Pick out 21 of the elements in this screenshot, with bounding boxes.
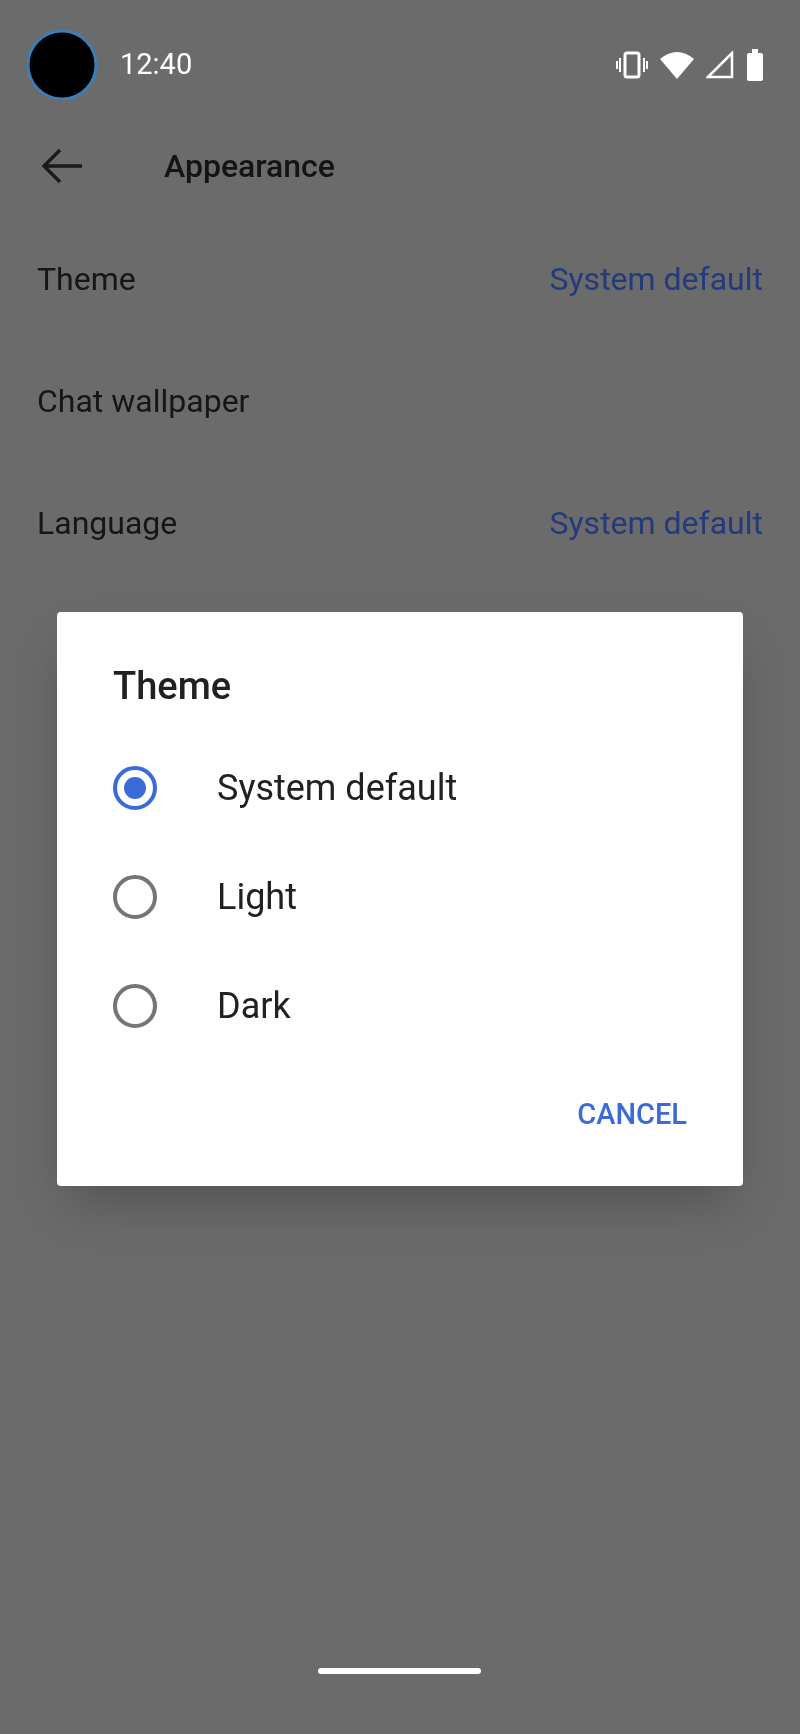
option-label[interactable]: Light <box>217 869 297 924</box>
setting-value: System default <box>549 503 763 544</box>
setting-label[interactable]: Chat wallpaper <box>37 377 250 425</box>
setting-label[interactable]: Theme <box>37 255 136 303</box>
cancel-button[interactable]: CANCEL <box>565 1082 699 1146</box>
radio-button[interactable] <box>113 983 157 1028</box>
dialog-title: Theme <box>113 663 233 710</box>
screen-title: Appearance <box>164 146 335 187</box>
profile-circle-icon <box>26 29 98 101</box>
vibrate-icon <box>616 51 648 79</box>
radio-button[interactable] <box>113 874 157 919</box>
option-label[interactable]: Dark <box>217 978 291 1033</box>
clock-time: 12:40 <box>120 46 193 84</box>
back-arrow-icon[interactable] <box>40 148 84 184</box>
setting-label[interactable]: Language <box>37 499 178 547</box>
option-label[interactable]: System default <box>217 760 458 815</box>
radio-button[interactable] <box>113 765 157 810</box>
wifi-icon <box>660 51 694 79</box>
battery-icon <box>746 49 764 81</box>
setting-value: System default <box>549 259 763 300</box>
signal-icon <box>706 51 734 79</box>
